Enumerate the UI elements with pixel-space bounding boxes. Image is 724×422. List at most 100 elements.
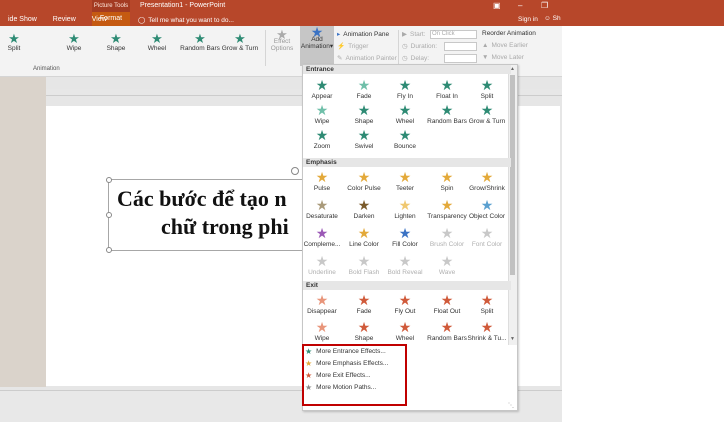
emphasis-effect[interactable]: ★ Wave (427, 254, 467, 277)
exit-effect[interactable]: ★ Split (467, 293, 507, 316)
tab-slide-show[interactable]: ide Show (0, 14, 45, 26)
exit-effect[interactable]: ★ Disappear (302, 293, 342, 316)
emphasis-effect[interactable]: ★ Object Color (467, 198, 507, 221)
effect-options-button[interactable]: ★ Effect Options (268, 28, 296, 52)
emphasis-effect[interactable]: ★ Grow/Shrink (467, 170, 507, 193)
rotate-handle[interactable] (291, 167, 299, 175)
effect-label: Disappear (307, 308, 337, 315)
animation-pane-button[interactable]: ▸ Animation Pane (337, 30, 390, 39)
resize-grip-icon[interactable]: ⋱ (508, 402, 514, 409)
resize-handle[interactable] (106, 212, 112, 218)
emphasis-effect[interactable]: ★ Transparency (427, 198, 467, 221)
animation-split[interactable]: ★ Split (0, 32, 32, 52)
star-icon: ★ (398, 102, 412, 118)
section-emphasis: Emphasis (303, 158, 511, 167)
exit-effect[interactable]: ★ Wipe (302, 320, 342, 343)
exit-effect[interactable]: ★ Random Bars (427, 320, 467, 343)
entrance-effect[interactable]: ★ Split (467, 78, 507, 101)
add-animation-button[interactable]: ★ Add Animation▾ (300, 25, 334, 66)
tell-me-box[interactable]: ◯ Tell me what you want to do... (138, 16, 234, 25)
exit-effect[interactable]: ★ Shrink & Tu... (467, 320, 507, 343)
effect-label: Fly In (397, 93, 413, 100)
entrance-effect[interactable]: ★ Zoom (302, 128, 342, 151)
star-icon: ★ (357, 319, 371, 335)
animation-painter-button[interactable]: ✎ Animation Painter (337, 54, 397, 63)
resize-handle[interactable] (106, 177, 112, 183)
emphasis-effect[interactable]: ★ Bold Flash (344, 254, 384, 277)
title-line-1: Các bước để tạo n (117, 186, 287, 211)
effect-label: Wheel (395, 118, 415, 125)
entrance-effect[interactable]: ★ Float In (427, 78, 467, 101)
emphasis-effect[interactable]: ★ Darken (344, 198, 384, 221)
more-effects-item[interactable]: ★ More Motion Paths... (305, 382, 376, 393)
star-icon: ★ (440, 253, 454, 269)
emphasis-effect[interactable]: ★ Underline (302, 254, 342, 277)
share-button[interactable]: ☺ Sh (544, 15, 561, 22)
animation-wipe[interactable]: ★ Wipe (56, 32, 92, 52)
entrance-effect[interactable]: ★ Random Bars (427, 103, 467, 126)
entrance-effect[interactable]: ★ Fly In (385, 78, 425, 101)
trigger-button[interactable]: ⚡ Trigger (337, 42, 368, 51)
entrance-effect[interactable]: ★ Appear (302, 78, 342, 101)
more-effects-item[interactable]: ★ More Entrance Effects... (305, 346, 386, 357)
star-icon: ★ (315, 292, 329, 308)
animation-random-bars[interactable]: ★ Random Bars (180, 32, 220, 52)
animation-shape[interactable]: ★ Shape (98, 32, 134, 52)
emphasis-effect[interactable]: ★ Lighten (385, 198, 425, 221)
exit-effect[interactable]: ★ Float Out (427, 293, 467, 316)
entrance-effect[interactable]: ★ Wheel (385, 103, 425, 126)
add-animation-label-2: Animation (300, 43, 330, 50)
star-icon: ★ (305, 347, 313, 356)
scrollbar-thumb[interactable] (510, 75, 515, 275)
resize-handle[interactable] (106, 247, 112, 253)
tab-review[interactable]: Review (45, 14, 84, 26)
emphasis-effect[interactable]: ★ Brush Color (427, 226, 467, 249)
emphasis-effect[interactable]: ★ Line Color (344, 226, 384, 249)
animation-grow-turn[interactable]: ★ Grow & Turn (220, 32, 260, 52)
scroll-down-icon[interactable]: ▼ (510, 336, 515, 342)
emphasis-effect[interactable]: ★ Bold Reveal (385, 254, 425, 277)
animation-wheel[interactable]: ★ Wheel (139, 32, 175, 52)
move-earlier-button[interactable]: ▲ Move Earlier (482, 42, 528, 49)
entrance-effect[interactable]: ★ Grow & Turn (467, 103, 507, 126)
effect-label: Float In (436, 93, 458, 100)
shape-star-icon: ★ (110, 31, 122, 46)
emphasis-effect[interactable]: ★ Font Color (467, 226, 507, 249)
exit-effect[interactable]: ★ Wheel (385, 320, 425, 343)
entrance-effect[interactable]: ★ Swivel (344, 128, 384, 151)
duration-input[interactable] (444, 42, 477, 51)
delay-input[interactable] (444, 54, 477, 63)
exit-effect[interactable]: ★ Shape (344, 320, 384, 343)
effect-label: Spin (440, 185, 454, 192)
emphasis-effect[interactable]: ★ Desaturate (302, 198, 342, 221)
exit-effect[interactable]: ★ Fade (344, 293, 384, 316)
slide-thumbnails-pane[interactable] (0, 77, 46, 387)
start-select[interactable]: On Click (430, 30, 477, 39)
minimize-icon[interactable]: – (518, 1, 522, 10)
entrance-effect[interactable]: ★ Fade (344, 78, 384, 101)
move-later-button[interactable]: ▼ Move Later (482, 54, 524, 61)
emphasis-effect[interactable]: ★ Spin (427, 170, 467, 193)
sign-in-link[interactable]: Sign in (518, 16, 538, 23)
effect-label: Wheel (395, 335, 415, 342)
emphasis-effect[interactable]: ★ Compleme... (302, 226, 342, 249)
emphasis-effect[interactable]: ★ Fill Color (385, 226, 425, 249)
emphasis-effect[interactable]: ★ Pulse (302, 170, 342, 193)
more-effects-item[interactable]: ★ More Emphasis Effects... (305, 358, 388, 369)
entrance-effect[interactable]: ★ Shape (344, 103, 384, 126)
gallery-scrollbar[interactable]: ▲ ▼ (508, 65, 517, 345)
star-icon: ★ (305, 371, 313, 380)
maximize-icon[interactable]: ❐ (541, 1, 548, 10)
tab-view[interactable]: View (84, 14, 115, 26)
title-textbox[interactable]: Các bước để tạo n chữ trong phi (108, 179, 320, 251)
restore-ribbon-icon[interactable]: ▣ (493, 1, 501, 10)
emphasis-effect[interactable]: ★ Color Pulse (344, 170, 384, 193)
more-effects-item[interactable]: ★ More Exit Effects... (305, 370, 371, 381)
effect-label: Random Bars (427, 118, 467, 125)
animation-pane-label: Animation Pane (343, 30, 390, 38)
exit-effect[interactable]: ★ Fly Out (385, 293, 425, 316)
effect-label: Object Color (468, 213, 506, 220)
entrance-effect[interactable]: ★ Wipe (302, 103, 342, 126)
entrance-effect[interactable]: ★ Bounce (385, 128, 425, 151)
emphasis-effect[interactable]: ★ Teeter (385, 170, 425, 193)
